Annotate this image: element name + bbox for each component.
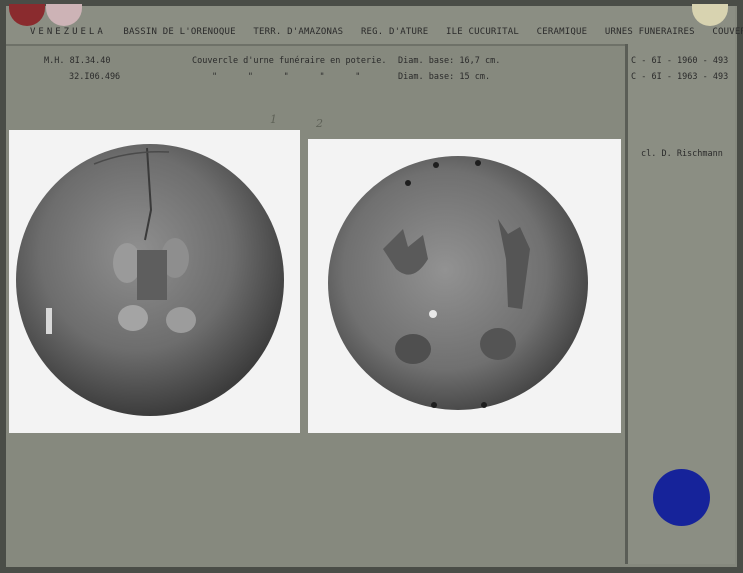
description-line-1: Couvercle d'urne funéraire en poterie. [192,56,387,66]
photo-lid-1 [9,130,300,433]
header-type: URNES FUNERAIRES [604,27,695,37]
header-territory: TERR. D'AMAZONAS [253,27,344,37]
diameter-1: Diam. base: 16,7 cm. [398,56,501,66]
header-country: VENEZUELA [30,27,106,37]
lid-1-illustration [16,144,284,416]
classification-header: VENEZUELA BASSIN DE L'ORENOQUE TERR. D'A… [30,27,743,37]
header-subtype: COUVERCLES [712,27,743,37]
header-strip: VENEZUELA BASSIN DE L'ORENOQUE TERR. D'A… [6,4,743,46]
photo-mark-1: 1 [270,113,277,126]
blue-sticker [653,469,710,526]
header-material: CERAMIQUE [536,27,588,37]
diameter-2: Diam. base: 15 cm. [398,72,491,82]
inventory-number-1: M.H. 8I.34.40 [44,56,111,66]
inventory-number-2: 32.I06.496 [69,72,121,82]
photo-ref-1: C - 6I - 1960 - 493 [631,56,729,66]
header-island: ILE CUCURITAL [445,27,520,37]
ditto-marks: " " " " " [212,72,361,82]
photo-ref-2: C - 6I - 1963 - 493 [631,72,729,82]
photo-mark-2: 2 [316,117,323,130]
pink-tab [46,4,82,26]
header-basin: BASSIN DE L'ORENOQUE [123,27,236,37]
cream-tab [692,4,728,26]
lid-2-illustration [328,156,588,410]
header-region: REG. D'ATURE [360,27,429,37]
photographer-credit: cl. D. Rischmann [641,149,723,159]
photo-lid-2 [308,139,621,433]
red-tab [9,4,45,26]
